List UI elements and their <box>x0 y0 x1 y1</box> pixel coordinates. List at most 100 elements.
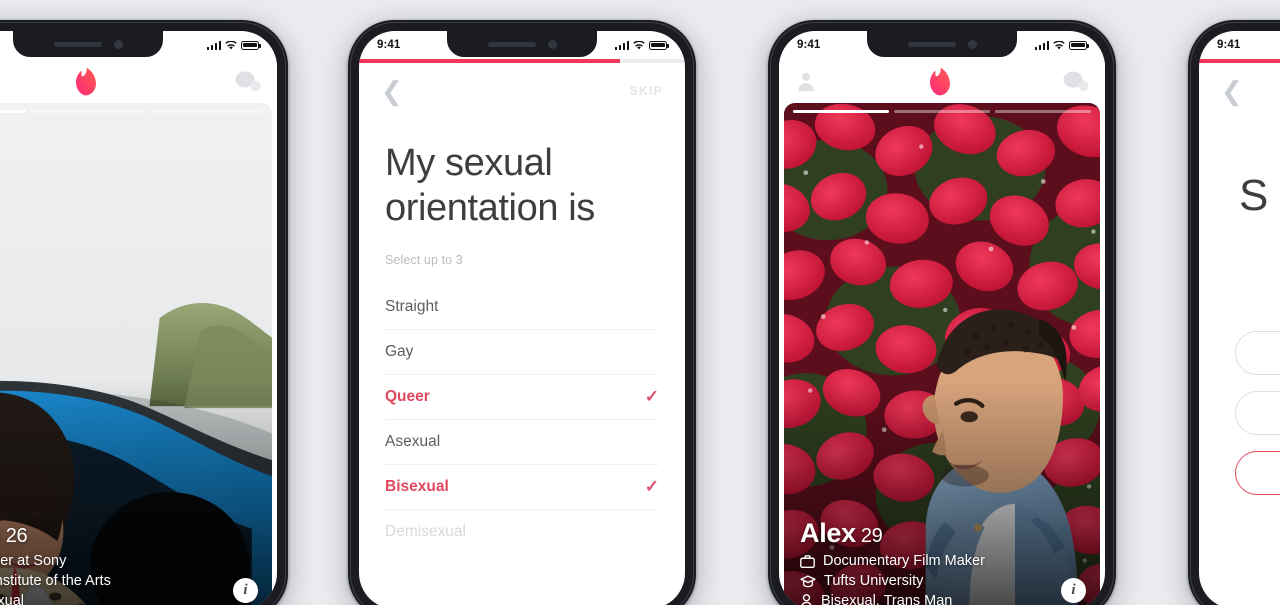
status-indicators <box>1034 40 1089 50</box>
profile-row-job: Documentary Film Maker <box>800 553 1048 569</box>
signal-bars-icon <box>206 40 221 50</box>
phone-2-screen: 9:41 ❮ SKIP My sexual orientation is Sel… <box>359 31 685 605</box>
skip-button[interactable]: SKIP <box>629 84 663 98</box>
phone-2-notch <box>447 31 597 57</box>
phone-2: 9:41 ❮ SKIP My sexual orientation is Sel… <box>348 20 696 605</box>
status-time: 9:41 <box>797 39 821 51</box>
phone-1-profile-info: rolynn 26 otographer at Sony <box>0 518 220 605</box>
status-indicators <box>206 40 261 50</box>
chevron-left-icon[interactable]: ❮ <box>1221 78 1243 104</box>
page-title: S <box>1239 171 1269 220</box>
profile-info-button[interactable]: i <box>233 578 258 603</box>
gender-icon <box>801 594 812 605</box>
onboarding-progress-bar <box>1199 59 1280 63</box>
profile-row-school: Tufts University <box>800 573 1048 589</box>
photo-segment[interactable] <box>0 110 27 113</box>
page-title: My sexual orientation is <box>385 142 595 229</box>
tinder-flame-icon[interactable] <box>927 67 953 96</box>
option-asexual[interactable]: Asexual <box>385 420 659 465</box>
profile-info-button[interactable]: i <box>1061 578 1086 603</box>
phone-3: 9:41 Alex 29 Documentary Film Maker Tuft… <box>768 20 1116 605</box>
phone-4-status-bar: 9:41 <box>1199 31 1280 59</box>
option-straight[interactable]: Straight <box>385 285 659 330</box>
chevron-left-icon[interactable]: ❮ <box>381 78 403 104</box>
option-label: Asexual <box>385 432 441 450</box>
option-queer[interactable]: Queer ✓ <box>385 375 659 420</box>
phone-4-nav: ❮ <box>1199 63 1280 119</box>
chat-bubbles-icon[interactable] <box>235 70 261 92</box>
photo-progress-segments[interactable] <box>0 110 263 113</box>
earpiece-speaker <box>53 41 102 47</box>
profile-age: 26 <box>5 525 28 547</box>
front-camera <box>113 39 123 49</box>
progress-fill <box>359 59 620 63</box>
option-label: Straight <box>385 297 439 315</box>
wifi-icon <box>1053 40 1065 49</box>
photo-segment[interactable] <box>149 110 263 113</box>
front-camera <box>547 39 557 49</box>
option-label: Bisexual <box>385 477 449 495</box>
phone-4-screen: 9:41 ❮ S <box>1199 31 1280 605</box>
front-camera <box>967 39 977 49</box>
phone-2-nav: ❮ SKIP <box>359 63 685 119</box>
phone-3-screen: 9:41 Alex 29 Documentary Film Maker Tuft… <box>779 31 1105 605</box>
orientation-option-list: Straight Gay Queer ✓ Asexual Bisexual ✓ <box>385 285 659 555</box>
pill-option-2[interactable] <box>1235 391 1280 435</box>
phone-1-profile-card[interactable]: rolynn 26 otographer at Sony <box>0 103 272 605</box>
profile-age: 29 <box>860 525 883 547</box>
profile-row-gender: eer, Bisexual <box>0 593 220 605</box>
person-icon[interactable] <box>795 70 817 92</box>
signal-bars-icon <box>614 40 629 50</box>
chat-bubbles-icon[interactable] <box>1063 70 1089 92</box>
option-label: Queer <box>385 387 430 405</box>
profile-gender-text: eer, Bisexual <box>0 593 25 605</box>
status-indicators <box>614 40 669 50</box>
option-gay[interactable]: Gay <box>385 330 659 375</box>
profile-job-text: otographer at Sony <box>0 553 67 569</box>
tinder-flame-icon[interactable] <box>73 67 99 96</box>
pill-option-3[interactable] <box>1235 451 1280 495</box>
phone-4: 9:41 ❮ S <box>1188 20 1280 605</box>
graduation-cap-icon <box>800 574 816 587</box>
battery-icon <box>241 40 261 50</box>
wifi-icon <box>225 40 237 49</box>
progress-fill <box>1199 59 1280 63</box>
checkmark-icon: ✓ <box>644 476 659 496</box>
photo-segment[interactable] <box>793 110 889 113</box>
earpiece-speaker <box>907 41 956 47</box>
phone-3-profile-card[interactable]: Alex 29 Documentary Film Maker Tufts Uni… <box>784 103 1100 605</box>
checkmark-icon: ✓ <box>644 386 659 406</box>
onboarding-progress-bar <box>359 59 685 63</box>
pill-option-1[interactable] <box>1235 331 1280 375</box>
photo-segment[interactable] <box>31 110 145 113</box>
profile-row-gender: Bisexual, Trans Man <box>800 593 1048 605</box>
page-subtitle: Select up to 3 <box>385 252 463 267</box>
battery-icon <box>1069 40 1089 50</box>
profile-gender-text: Bisexual, Trans Man <box>821 593 953 605</box>
profile-name: Alex <box>800 518 856 548</box>
option-bisexual[interactable]: Bisexual ✓ <box>385 465 659 510</box>
option-demisexual[interactable]: Demisexual <box>385 510 659 555</box>
phone-1-notch <box>13 31 163 57</box>
status-time: 9:41 <box>1217 39 1241 51</box>
phone-4-pill-list <box>1235 331 1280 511</box>
phone-2-body: My sexual orientation is Select up to 3 … <box>359 119 685 605</box>
profile-school-text: lifornia Institute of the Arts <box>0 573 111 589</box>
option-label: Demisexual <box>385 523 466 541</box>
profile-school-text: Tufts University <box>824 573 924 589</box>
photo-progress-segments[interactable] <box>793 110 1091 113</box>
profile-name-age: Alex 29 <box>800 518 1048 549</box>
phone-1: 9:41 <box>0 20 288 605</box>
signal-bars-icon <box>1034 40 1049 50</box>
phone-1-app-header <box>0 59 277 103</box>
screenshot-stage: 9:41 <box>0 0 1280 605</box>
status-time: 9:41 <box>377 39 401 51</box>
photo-segment[interactable] <box>995 110 1091 113</box>
battery-icon <box>649 40 669 50</box>
phone-1-screen: 9:41 <box>0 31 277 605</box>
phone-3-notch <box>867 31 1017 57</box>
phone-3-profile-info: Alex 29 Documentary Film Maker Tufts Uni… <box>800 518 1048 605</box>
profile-name-age: rolynn 26 <box>0 518 220 549</box>
photo-segment[interactable] <box>894 110 990 113</box>
profile-job-text: Documentary Film Maker <box>823 553 985 569</box>
